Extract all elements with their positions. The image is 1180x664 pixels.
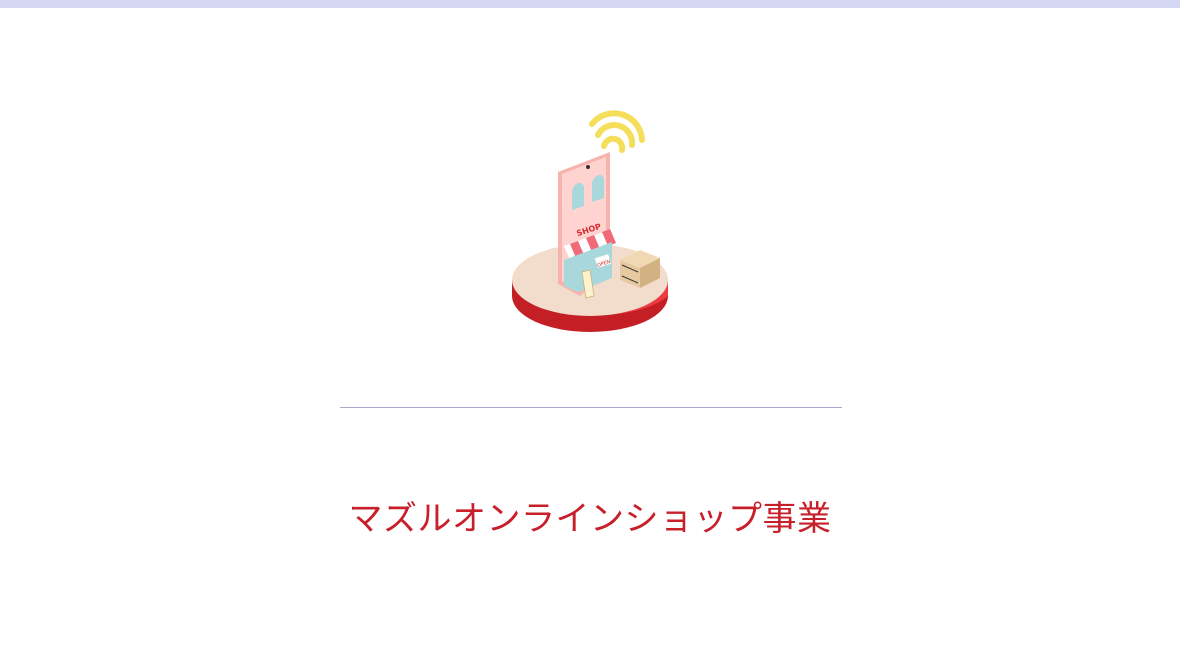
top-accent-bar bbox=[0, 0, 1180, 8]
section-divider bbox=[340, 407, 842, 408]
online-shop-icon: SHOP OPEN bbox=[512, 110, 668, 332]
wifi-icon bbox=[589, 110, 645, 153]
arch-window-right bbox=[592, 174, 604, 202]
online-shop-illustration: SHOP OPEN bbox=[480, 100, 700, 340]
page-title: マズルオンラインショップ事業 bbox=[348, 499, 832, 539]
arch-window-left bbox=[572, 182, 584, 210]
phone-camera bbox=[586, 165, 590, 169]
